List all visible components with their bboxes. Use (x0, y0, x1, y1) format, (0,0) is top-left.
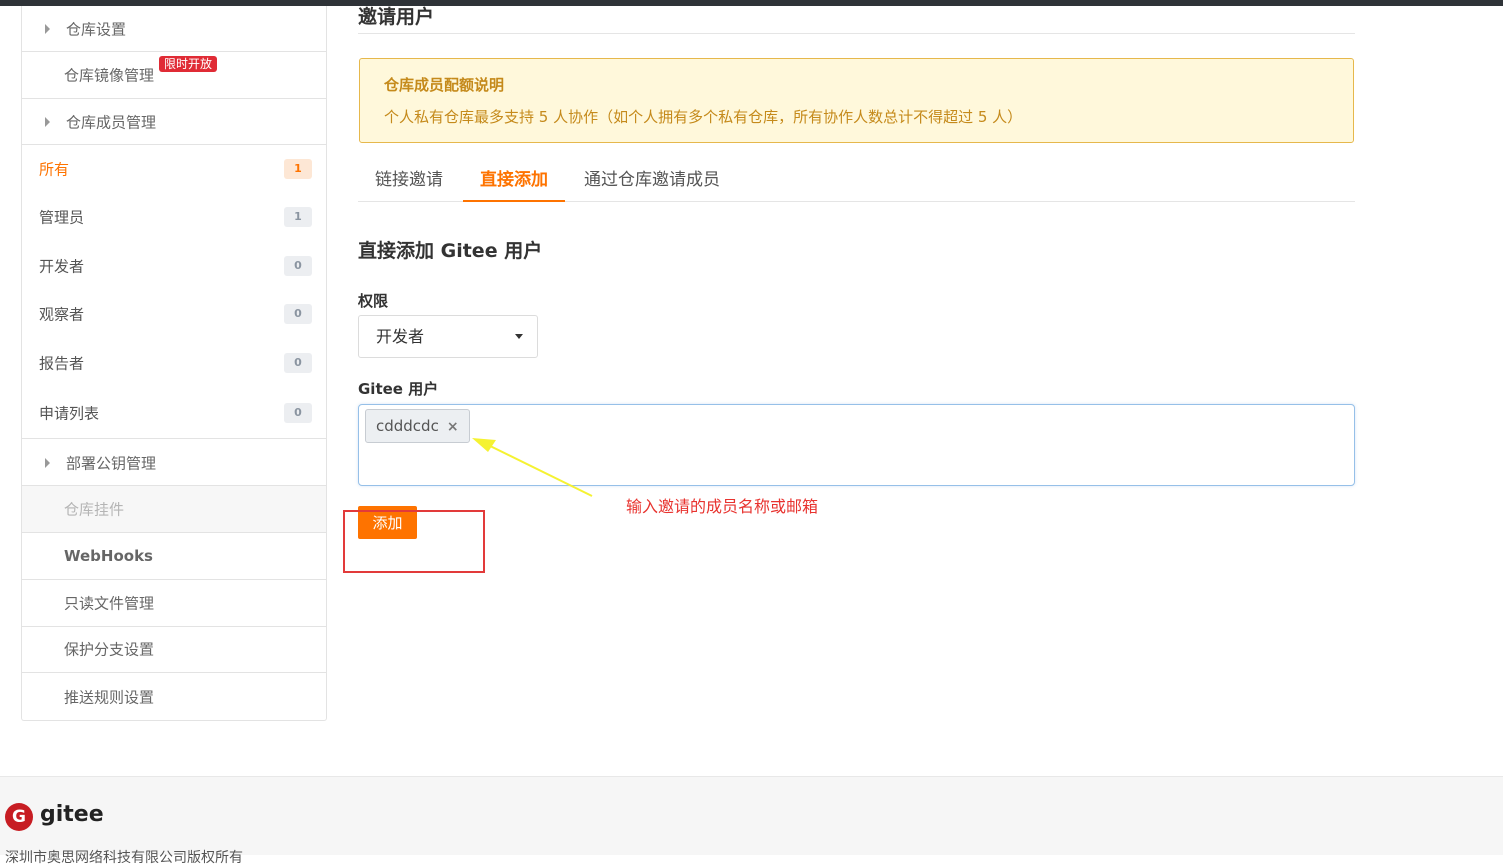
quota-notice: 仓库成员配额说明 个人私有仓库最多支持 5 人协作（如个人拥有多个私有仓库，所有… (359, 58, 1354, 143)
caret-down-icon (515, 334, 523, 339)
sidebar-item-label: 仓库镜像管理 (64, 66, 155, 85)
section-title: 直接添加 Gitee 用户 (358, 240, 543, 262)
divider (358, 33, 1355, 34)
sidebar-item-label: 仓库设置 (66, 20, 127, 38)
sidebar-section-member-management[interactable]: 仓库成员管理 (22, 99, 326, 145)
role-label: 开发者 (39, 257, 85, 276)
sidebar-item-label: 保护分支设置 (64, 640, 155, 659)
role-label: 申请列表 (39, 404, 100, 422)
settings-sidebar: 仓库设置 仓库镜像管理 限时开放 仓库成员管理 所有 1 管理员 1 开发者 0… (21, 6, 327, 721)
permission-value: 开发者 (376, 327, 425, 346)
notice-text: 个人私有仓库最多支持 5 人协作（如个人拥有多个私有仓库，所有协作人数总计不得超… (384, 108, 1023, 126)
sidebar-role-admin[interactable]: 管理员 1 (22, 193, 326, 241)
annotation-arrow-icon (472, 438, 593, 497)
copyright-text: 深圳市奥思网络科技有限公司版权所有 (5, 850, 243, 866)
remove-tag-icon[interactable]: × (447, 419, 459, 435)
caret-right-icon (45, 457, 50, 468)
sidebar-item-label: 推送规则设置 (64, 688, 155, 706)
gitee-logo-icon: G (5, 803, 33, 831)
role-count-badge: 0 (284, 256, 312, 276)
sidebar-item-mirror-management[interactable]: 仓库镜像管理 限时开放 (22, 52, 326, 99)
role-label: 管理员 (39, 208, 85, 227)
logo-text: gitee (40, 802, 104, 827)
limited-time-badge: 限时开放 (159, 56, 218, 72)
role-label: 报告者 (39, 354, 85, 373)
sidebar-role-reporter[interactable]: 报告者 0 (22, 339, 326, 387)
permission-select[interactable]: 开发者 (358, 315, 538, 358)
sidebar-item-label: 部署公钥管理 (66, 454, 157, 472)
sidebar-item-protected-branches[interactable]: 保护分支设置 (22, 626, 326, 673)
highlight-box (343, 510, 485, 573)
gitee-user-label: Gitee 用户 (358, 380, 439, 398)
user-tag: cdddcdc × (365, 409, 470, 443)
tab-link-invite[interactable]: 链接邀请 (358, 160, 460, 202)
annotation-text: 输入邀请的成员名称或邮箱 (626, 497, 819, 516)
sidebar-role-developer[interactable]: 开发者 0 (22, 242, 326, 290)
sidebar-item-label: WebHooks (64, 547, 153, 565)
tab-direct-add[interactable]: 直接添加 (463, 160, 565, 202)
tab-invite-via-repo[interactable]: 通过仓库邀请成员 (567, 160, 737, 202)
permission-label: 权限 (358, 292, 389, 310)
sidebar-item-label: 只读文件管理 (64, 594, 155, 613)
caret-right-icon (45, 116, 50, 127)
sidebar-section-deploy-keys[interactable]: 部署公钥管理 (22, 440, 326, 486)
user-tag-label: cdddcdc (376, 417, 439, 435)
role-count-badge: 1 (284, 159, 312, 179)
role-count-badge: 0 (284, 304, 312, 324)
sidebar-role-all[interactable]: 所有 1 (22, 145, 326, 193)
notice-title: 仓库成员配额说明 (384, 76, 505, 94)
role-count-badge: 0 (284, 402, 312, 423)
invite-tabs: 链接邀请 直接添加 通过仓库邀请成员 (358, 160, 1355, 202)
role-label: 观察者 (39, 305, 85, 324)
page-title: 邀请用户 (358, 6, 435, 28)
sidebar-item-repo-plugins[interactable]: 仓库挂件 (22, 486, 326, 533)
sidebar-item-readonly-files[interactable]: 只读文件管理 (22, 580, 326, 627)
sidebar-section-repo-settings[interactable]: 仓库设置 (22, 6, 326, 52)
footer: G gitee 深圳市奥思网络科技有限公司版权所有 (0, 776, 1503, 866)
role-label: 所有 (39, 160, 70, 179)
sidebar-item-label: 仓库成员管理 (66, 113, 157, 131)
role-count-badge: 0 (284, 353, 312, 373)
caret-right-icon (45, 23, 50, 34)
sidebar-role-applications[interactable]: 申请列表 0 (22, 387, 326, 439)
sidebar-role-viewer[interactable]: 观察者 0 (22, 290, 326, 338)
sidebar-item-push-rules[interactable]: 推送规则设置 (22, 673, 326, 720)
sidebar-item-webhooks[interactable]: WebHooks (22, 533, 326, 580)
role-count-badge: 1 (284, 207, 312, 227)
sidebar-item-label: 仓库挂件 (64, 500, 125, 519)
